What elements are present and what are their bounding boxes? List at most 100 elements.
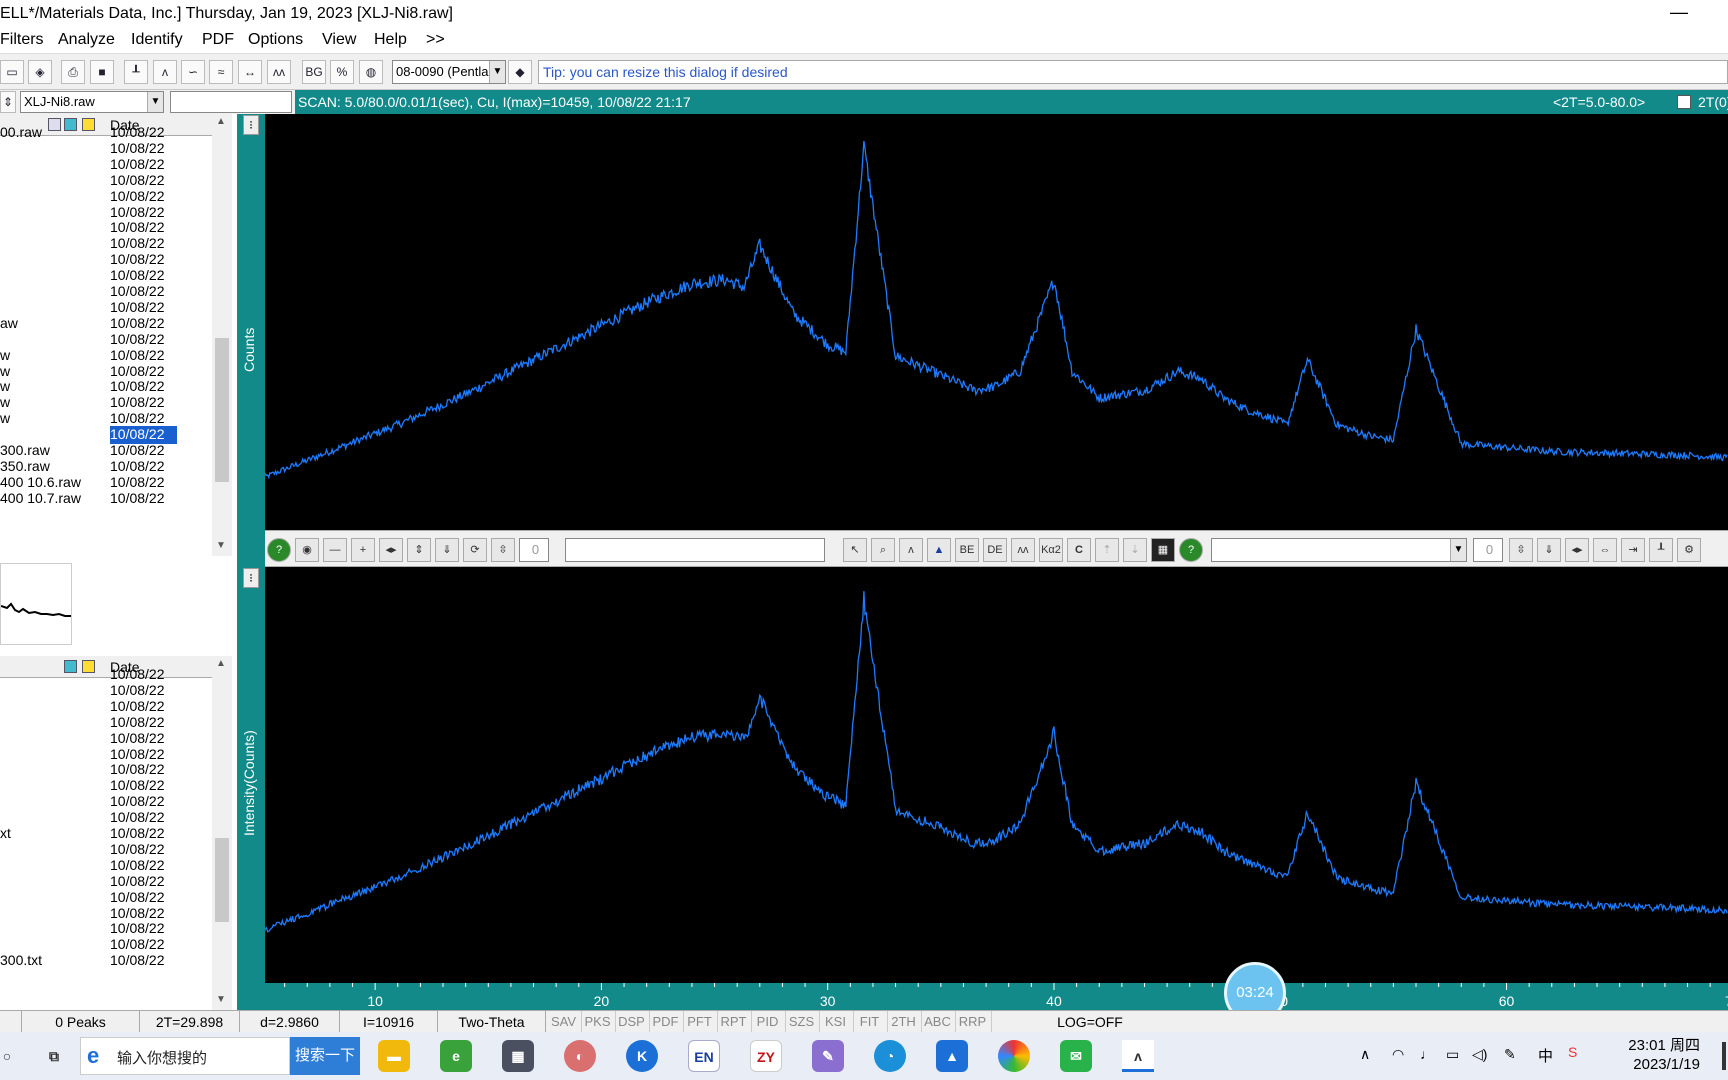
- file-list-row[interactable]: 10/08/22: [0, 426, 212, 444]
- status-button-pft[interactable]: PFT: [682, 1011, 718, 1033]
- file-list-row[interactable]: xt 10/08/22: [0, 825, 212, 843]
- plot-mode-select[interactable]: ▼: [1211, 538, 1467, 562]
- file-list-row[interactable]: 10/08/22: [0, 666, 212, 684]
- file-list-row[interactable]: 10/08/22: [0, 156, 212, 174]
- file-list-row[interactable]: 10/08/22: [0, 761, 212, 779]
- file-list-row[interactable]: 10/08/22: [0, 140, 212, 158]
- be-icon[interactable]: BE: [955, 538, 979, 562]
- de-icon[interactable]: DE: [983, 538, 1007, 562]
- file-list-row[interactable]: w 10/08/22: [0, 378, 212, 396]
- diamond-icon[interactable]: ◈: [28, 60, 52, 84]
- file-list-row[interactable]: 00.raw 10/08/22: [0, 124, 212, 142]
- file-list-row[interactable]: 10/08/22: [0, 777, 212, 795]
- wechat-icon[interactable]: ✉: [1060, 1040, 1092, 1072]
- scroll-thumb[interactable]: [215, 838, 229, 922]
- status-button-rpt[interactable]: RPT: [716, 1011, 752, 1033]
- peak-count-field[interactable]: 0: [519, 538, 549, 562]
- file-list-row[interactable]: 300.txt 10/08/22: [0, 952, 212, 970]
- menu-identify[interactable]: Identify: [131, 31, 183, 49]
- file-list-row[interactable]: 10/08/22: [0, 331, 212, 349]
- status-mode[interactable]: Two-Theta: [438, 1011, 546, 1033]
- two-theta-checkbox[interactable]: [1677, 95, 1691, 109]
- file-list-row[interactable]: w 10/08/22: [0, 410, 212, 428]
- file-list2-scrollbar[interactable]: ▲ ▼: [212, 656, 232, 1010]
- scroll-down-icon[interactable]: ▼: [216, 540, 226, 551]
- en-app-icon[interactable]: EN: [688, 1040, 720, 1072]
- refresh-icon[interactable]: ⟳: [463, 538, 487, 562]
- compress-icon[interactable]: ⇥: [1621, 538, 1645, 562]
- bottom-xrd-plot[interactable]: [261, 567, 1728, 983]
- scale-up-icon[interactable]: ⇡: [1095, 538, 1119, 562]
- expand-vertical-icon[interactable]: ⇳: [491, 538, 515, 562]
- file-list-row[interactable]: 10/08/22: [0, 204, 212, 222]
- file-list-row[interactable]: 10/08/22: [0, 746, 212, 764]
- zoom-cursor-icon[interactable]: ↖: [843, 538, 867, 562]
- file-list-row[interactable]: 10/08/22: [0, 235, 212, 253]
- file-list-row[interactable]: aw 10/08/22: [0, 315, 212, 333]
- pin-icon[interactable]: ◆: [508, 60, 532, 84]
- shift-down-icon[interactable]: ⇓: [435, 538, 459, 562]
- app-icon[interactable]: ◐: [564, 1040, 596, 1072]
- help-icon[interactable]: ?: [1179, 538, 1203, 562]
- wifi-icon[interactable]: ◠: [1392, 1046, 1404, 1063]
- shift-down-icon[interactable]: ⇓: [1537, 538, 1561, 562]
- plot-command-input[interactable]: [565, 538, 825, 562]
- right-value-field[interactable]: 0: [1473, 538, 1503, 562]
- file-list-row[interactable]: 10/08/22: [0, 299, 212, 317]
- file-list-row[interactable]: 10/08/22: [0, 267, 212, 285]
- file-list-row[interactable]: 10/08/22: [0, 793, 212, 811]
- zy-app-icon[interactable]: ZY: [750, 1040, 782, 1072]
- scroll-up-icon[interactable]: ▲: [216, 658, 226, 669]
- input-method-icon[interactable]: S: [1568, 1044, 1577, 1060]
- file-filter-input[interactable]: [170, 91, 292, 113]
- file-list-row[interactable]: 10/08/22: [0, 698, 212, 716]
- file-list-row[interactable]: w 10/08/22: [0, 394, 212, 412]
- peak-marker-icon[interactable]: ᴧ: [899, 538, 923, 562]
- file-list-row[interactable]: 350.raw 10/08/22: [0, 458, 212, 476]
- shift-horizontal-icon[interactable]: ◂▸: [1565, 538, 1589, 562]
- photos-icon[interactable]: ▲: [936, 1040, 968, 1072]
- file-list-row[interactable]: 10/08/22: [0, 889, 212, 907]
- chevron-up-icon[interactable]: ∧: [1360, 1046, 1370, 1063]
- file-list-row[interactable]: 400 10.6.raw 10/08/22: [0, 474, 212, 492]
- file-list-row[interactable]: 10/08/22: [0, 283, 212, 301]
- file-list-row[interactable]: 10/08/22: [0, 682, 212, 700]
- status-button-sav[interactable]: SAV: [546, 1011, 582, 1033]
- browser-icon[interactable]: e: [440, 1040, 472, 1072]
- file-list-row[interactable]: 300.raw 10/08/22: [0, 442, 212, 460]
- scale-down-icon[interactable]: ⇣: [1123, 538, 1147, 562]
- wave-icon[interactable]: ≈: [209, 60, 233, 84]
- task-view-icon[interactable]: ⧉: [38, 1040, 70, 1072]
- scroll-thumb[interactable]: [215, 338, 229, 482]
- pen-icon[interactable]: ✎: [1504, 1046, 1516, 1063]
- file-list-row[interactable]: w 10/08/22: [0, 363, 212, 381]
- menu-more[interactable]: >>: [426, 31, 445, 49]
- minimize-button[interactable]: —: [1670, 2, 1688, 23]
- microphone-icon[interactable]: ♩: [1420, 1046, 1434, 1062]
- file-select[interactable]: XLJ-Ni8.raw ▼: [20, 91, 164, 113]
- peak-fill-icon[interactable]: ▲: [927, 538, 951, 562]
- menu-analyze[interactable]: Analyze: [58, 31, 115, 49]
- smooth-icon[interactable]: ∽: [181, 60, 205, 84]
- search-button[interactable]: 搜索一下: [290, 1037, 360, 1075]
- save-icon[interactable]: ■: [90, 60, 114, 84]
- plus-icon[interactable]: +: [351, 538, 375, 562]
- k-app-icon[interactable]: K: [626, 1040, 658, 1072]
- bar-chart-icon[interactable]: ┸: [124, 60, 148, 84]
- taskbar-search[interactable]: e 输入你想搜的: [80, 1037, 290, 1075]
- edge-icon[interactable]: ◔: [874, 1040, 906, 1072]
- menu-pdf[interactable]: PDF: [202, 31, 234, 49]
- show-desktop-button[interactable]: [1722, 1042, 1726, 1070]
- file-list-row[interactable]: 10/08/22: [0, 730, 212, 748]
- scan-thumbnail[interactable]: [0, 563, 72, 645]
- chevron-down-icon[interactable]: ▼: [489, 61, 505, 83]
- settings-icon[interactable]: ⚙: [1677, 538, 1701, 562]
- chevron-down-icon[interactable]: ▼: [147, 92, 163, 112]
- scroll-up-icon[interactable]: ▲: [216, 116, 226, 127]
- file-list-scrollbar[interactable]: ▲ ▼: [212, 114, 232, 556]
- file-list-row[interactable]: 10/08/22: [0, 920, 212, 938]
- chrome-icon[interactable]: [998, 1040, 1030, 1072]
- magnifier-icon[interactable]: ⌕: [871, 538, 895, 562]
- top-plot-menu-button[interactable]: ⁝: [243, 115, 259, 135]
- percent-icon[interactable]: %: [330, 60, 354, 84]
